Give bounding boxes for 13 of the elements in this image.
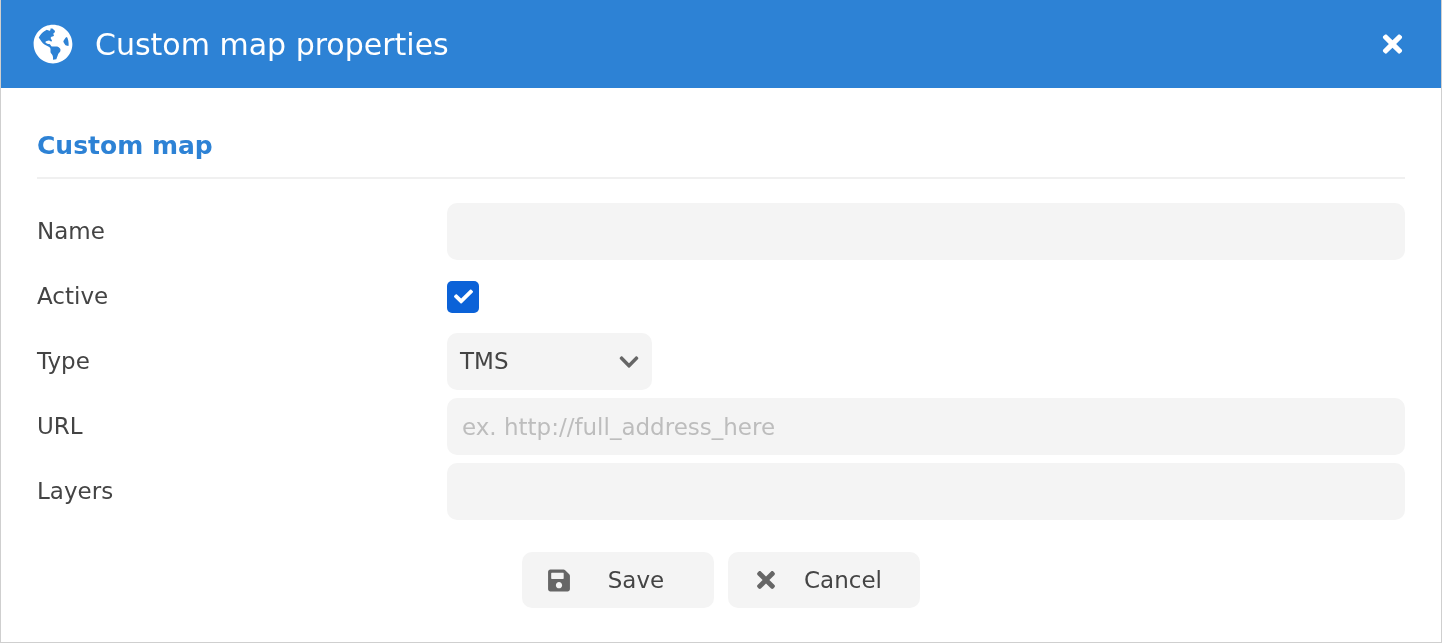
field-label: Active (37, 282, 110, 312)
check-icon (453, 287, 473, 306)
save-button[interactable]: Save (522, 552, 714, 608)
window-title: Custom map properties (95, 25, 449, 64)
field-label: Name (37, 217, 106, 247)
section-title: Custom map (37, 131, 213, 160)
field-label: Type (37, 347, 91, 377)
field-label: Layers (37, 477, 115, 507)
field-label: URL (37, 412, 84, 442)
cancel-button[interactable]: Cancel (728, 552, 920, 608)
checkbox[interactable] (447, 280, 479, 313)
type-select[interactable]: TMS (447, 333, 652, 390)
globe-icon (33, 24, 73, 64)
